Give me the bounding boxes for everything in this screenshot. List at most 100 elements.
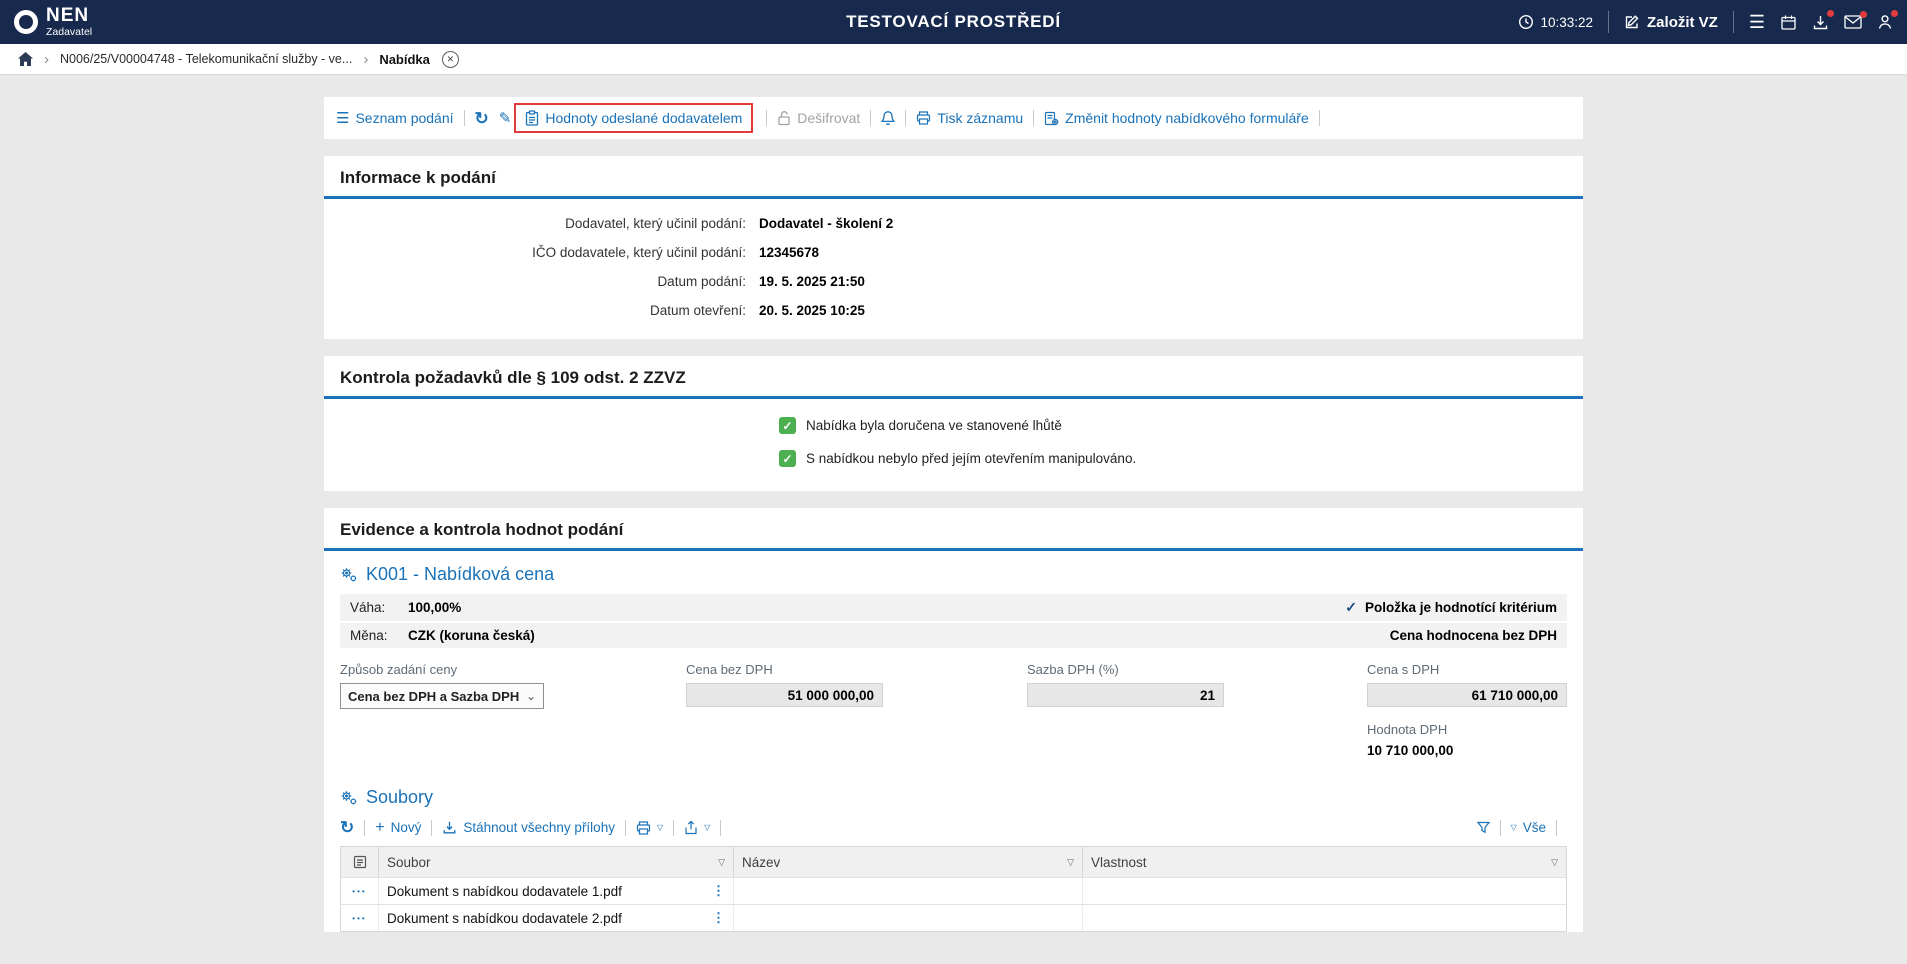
toolbar-item-seznam-podani[interactable]: ☰ Seznam podání: [336, 110, 454, 126]
cell-menu-icon[interactable]: ⋮: [712, 910, 725, 926]
create-vz-button[interactable]: Založit VZ: [1624, 14, 1718, 31]
column-header-nazev[interactable]: Název ▽: [734, 847, 1083, 877]
files-toolbar: ↻ + Nový Stáhnout všechny přílohy ▽: [324, 817, 1583, 844]
price-excl-field: 51 000 000,00: [686, 683, 883, 707]
breadcrumb-contract[interactable]: N006/25/V00004748 - Telekomunikační služ…: [60, 52, 352, 66]
column-label: Soubor: [387, 855, 431, 870]
filter-triangle-icon[interactable]: ▽: [1551, 857, 1558, 868]
chevron-down-icon: ⌄: [526, 689, 536, 703]
refresh-icon: ↻: [340, 819, 354, 836]
gears-icon: [340, 567, 358, 583]
download-all-button[interactable]: Stáhnout všechny přílohy: [442, 820, 615, 835]
toolbar-label: Změnit hodnoty nabídkového formuláře: [1065, 110, 1309, 126]
files-print-button[interactable]: ▽: [636, 821, 663, 835]
close-tab-icon[interactable]: ✕: [442, 51, 459, 68]
files-filter-all[interactable]: ▽ Vše: [1511, 820, 1546, 835]
cell-menu-icon[interactable]: ⋮: [712, 883, 725, 899]
pencil-icon: ✎: [499, 111, 512, 126]
nen-logo: NEN Zadavatel: [14, 6, 92, 38]
row-menu-icon[interactable]: •••: [352, 914, 366, 923]
check-row: ✓ S nabídkou nebylo před jejím otevřením…: [324, 442, 1583, 475]
notifications-button[interactable]: [881, 110, 895, 126]
divider: [1733, 11, 1734, 33]
files-table: Soubor ▽ Název ▽ Vlastnost ▽ ••• Dokumen…: [340, 846, 1567, 932]
table-row[interactable]: ••• Dokument s nabídkou dodavatele 1.pdf…: [341, 877, 1566, 904]
toolbar-item-tisk-zaznamu[interactable]: Tisk záznamu: [916, 110, 1023, 126]
info-value: 20. 5. 2025 10:25: [759, 303, 865, 318]
toolbar-label: Tisk záznamu: [937, 110, 1023, 126]
price-method-label: Způsob zadání ceny: [340, 662, 686, 677]
k001-title: K001 - Nabídková cena: [366, 564, 554, 585]
session-timer: 10:33:22: [1518, 14, 1593, 30]
files-filter-button[interactable]: [1477, 821, 1490, 834]
divider: [364, 820, 365, 836]
files-export-button[interactable]: ▽: [684, 820, 710, 835]
info-value: 19. 5. 2025 21:50: [759, 274, 865, 289]
check-row: ✓ Nabídka byla doručena ve stanovené lhů…: [324, 409, 1583, 442]
info-label: IČO dodavatele, který učinil podání:: [324, 245, 746, 260]
info-label: Dodavatel, který učinil podání:: [324, 216, 746, 231]
file-name[interactable]: Dokument s nabídkou dodavatele 2.pdf: [387, 911, 622, 926]
divider: [766, 110, 767, 126]
chevron-down-icon: ▽: [657, 824, 663, 832]
files-new-button[interactable]: + Nový: [375, 820, 421, 836]
divider: [431, 820, 432, 836]
row-menu-icon[interactable]: •••: [352, 887, 366, 896]
export-icon: [684, 820, 698, 835]
calendar-icon[interactable]: [1780, 14, 1797, 31]
record-toolbar: ☰ Seznam podání ↻ ✎ Hodnoty odeslané dod…: [324, 97, 1583, 139]
section-title: Kontrola požadavků dle § 109 odst. 2 ZZV…: [324, 356, 1583, 396]
column-header-vlastnost[interactable]: Vlastnost ▽: [1083, 847, 1566, 877]
breadcrumb: › N006/25/V00004748 - Telekomunikační sl…: [0, 44, 1907, 75]
vat-amount-block: Hodnota DPH 10 710 000,00: [1367, 722, 1567, 758]
files-refresh-button[interactable]: ↻: [340, 819, 354, 836]
column-header-actions[interactable]: [341, 847, 379, 877]
divider: [905, 110, 906, 126]
filter-triangle-icon[interactable]: ▽: [718, 857, 725, 868]
price-excl-label: Cena bez DPH: [686, 662, 1027, 677]
info-value: 12345678: [759, 245, 819, 260]
check-text: Nabídka byla doručena ve stanovené lhůtě: [806, 418, 1062, 433]
messages-icon[interactable]: [1844, 15, 1862, 29]
divider: [673, 820, 674, 836]
main-content: ☰ Seznam podání ↻ ✎ Hodnoty odeslané dod…: [324, 75, 1583, 932]
section-title: Informace k podání: [324, 156, 1583, 196]
price-method-value: Cena bez DPH a Sazba DPH: [348, 689, 519, 704]
divider: [1319, 110, 1320, 126]
control-section: Kontrola požadavků dle § 109 odst. 2 ZZV…: [324, 356, 1583, 491]
file-name[interactable]: Dokument s nabídkou dodavatele 1.pdf: [387, 884, 622, 899]
divider: [625, 820, 626, 836]
filter-triangle-icon[interactable]: ▽: [1067, 857, 1074, 868]
toolbar-label: Hodnoty odeslané dodavatelem: [545, 110, 742, 126]
vat-rate-field: 21: [1027, 683, 1224, 707]
toolbar-item-zmenit-hodnoty[interactable]: Změnit hodnoty nabídkového formuláře: [1044, 110, 1309, 126]
column-header-soubor[interactable]: Soubor ▽: [379, 847, 734, 877]
home-icon[interactable]: [18, 52, 33, 66]
info-section: Informace k podání Dodavatel, který učin…: [324, 156, 1583, 339]
edit-square-icon: [1624, 14, 1640, 30]
profile-icon[interactable]: [1877, 14, 1893, 30]
price-method-select[interactable]: Cena bez DPH a Sazba DPH ⌄: [340, 683, 544, 709]
files-section-title: Soubory: [324, 774, 1583, 817]
currency-label: Měna:: [350, 628, 408, 643]
toolbar-item-hodnoty-odeslane[interactable]: Hodnoty odeslané dodavatelem: [514, 103, 753, 133]
info-label: Datum otevření:: [324, 303, 746, 318]
header-actions: 10:33:22 Založit VZ ☰: [1518, 11, 1893, 33]
edit-button[interactable]: ✎: [499, 111, 512, 126]
refresh-button[interactable]: ↻: [475, 110, 489, 127]
files-new-label: Nový: [391, 820, 422, 835]
weight-label: Váha:: [350, 600, 408, 615]
download-icon: [442, 820, 457, 835]
check-text: S nabídkou nebylo před jejím otevřením m…: [806, 451, 1136, 466]
logo-role-label: Zadavatel: [46, 27, 92, 38]
currency-row: Měna: CZK (koruna česká) Cena hodnocena …: [340, 623, 1567, 648]
vat-amount-value: 10 710 000,00: [1367, 743, 1567, 758]
table-row[interactable]: ••• Dokument s nabídkou dodavatele 2.pdf…: [341, 904, 1566, 931]
app-header: NEN Zadavatel TESTOVACÍ PROSTŘEDÍ 10:33:…: [0, 0, 1907, 44]
criterion-note-text: Položka je hodnotící kritérium: [1365, 600, 1557, 615]
menu-icon[interactable]: ☰: [1749, 13, 1765, 31]
divider: [1608, 11, 1609, 33]
downloads-icon[interactable]: [1812, 14, 1829, 31]
divider: [464, 110, 465, 126]
clock-time: 10:33:22: [1540, 15, 1593, 30]
